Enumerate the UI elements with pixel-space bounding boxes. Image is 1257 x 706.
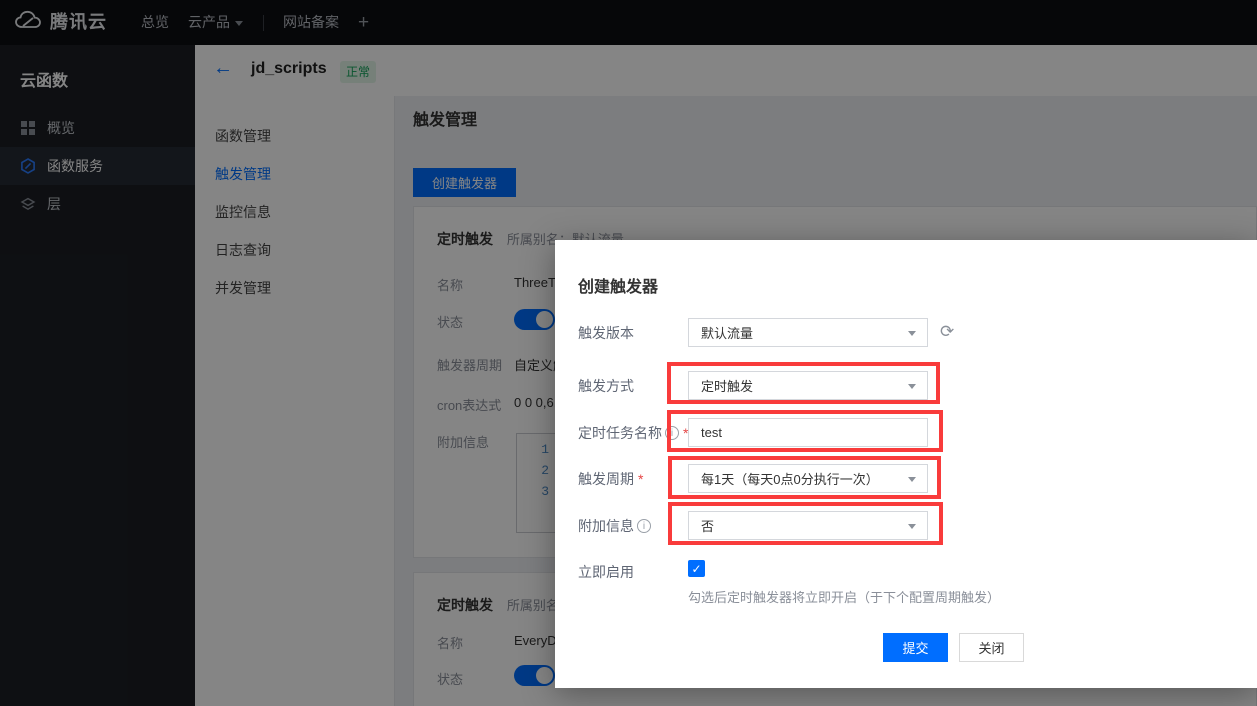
info-icon: i xyxy=(637,519,651,533)
task-name-input[interactable] xyxy=(701,425,901,440)
enable-helper-text: 勾选后定时触发器将立即开启（于下个配置周期触发） xyxy=(688,587,1000,606)
field-label-method: 触发方式 xyxy=(578,376,634,396)
addinfo-value: 否 xyxy=(701,516,714,535)
enable-now-checkbox[interactable]: ✓ xyxy=(688,560,705,577)
field-label-cycle: 触发周期* xyxy=(578,469,643,489)
field-label-task-name: 定时任务名称i* xyxy=(578,423,688,443)
create-trigger-modal: 创建触发器 触发版本 默认流量 ⟳ 触发方式 定时触发 定时任务名称i* 触发周… xyxy=(555,240,1257,688)
trigger-cycle-select[interactable]: 每1天（每天0点0分执行一次） xyxy=(688,464,928,493)
caret-down-icon xyxy=(908,331,916,336)
page: 腾讯云 总览 云产品 网站备案 + 云函数 概览 xyxy=(0,0,1257,706)
field-label-version: 触发版本 xyxy=(578,323,634,343)
trigger-cycle-value: 每1天（每天0点0分执行一次） xyxy=(701,469,879,488)
task-name-input-wrap xyxy=(688,418,928,447)
caret-down-icon xyxy=(908,524,916,529)
caret-down-icon xyxy=(908,477,916,482)
version-select-value: 默认流量 xyxy=(701,323,753,342)
field-label-addinfo: 附加信息i xyxy=(578,516,651,536)
trigger-method-value: 定时触发 xyxy=(701,376,753,395)
refresh-icon[interactable]: ⟳ xyxy=(940,322,954,342)
addinfo-select[interactable]: 否 xyxy=(688,511,928,540)
required-mark: * xyxy=(638,471,643,487)
modal-title: 创建触发器 xyxy=(578,273,658,297)
trigger-method-select[interactable]: 定时触发 xyxy=(688,371,928,400)
check-icon: ✓ xyxy=(691,562,701,576)
submit-button[interactable]: 提交 xyxy=(883,633,948,662)
version-select[interactable]: 默认流量 xyxy=(688,318,928,347)
close-button[interactable]: 关闭 xyxy=(959,633,1024,662)
field-label-enable: 立即启用 xyxy=(578,562,634,582)
caret-down-icon xyxy=(908,384,916,389)
info-icon: i xyxy=(665,426,679,440)
